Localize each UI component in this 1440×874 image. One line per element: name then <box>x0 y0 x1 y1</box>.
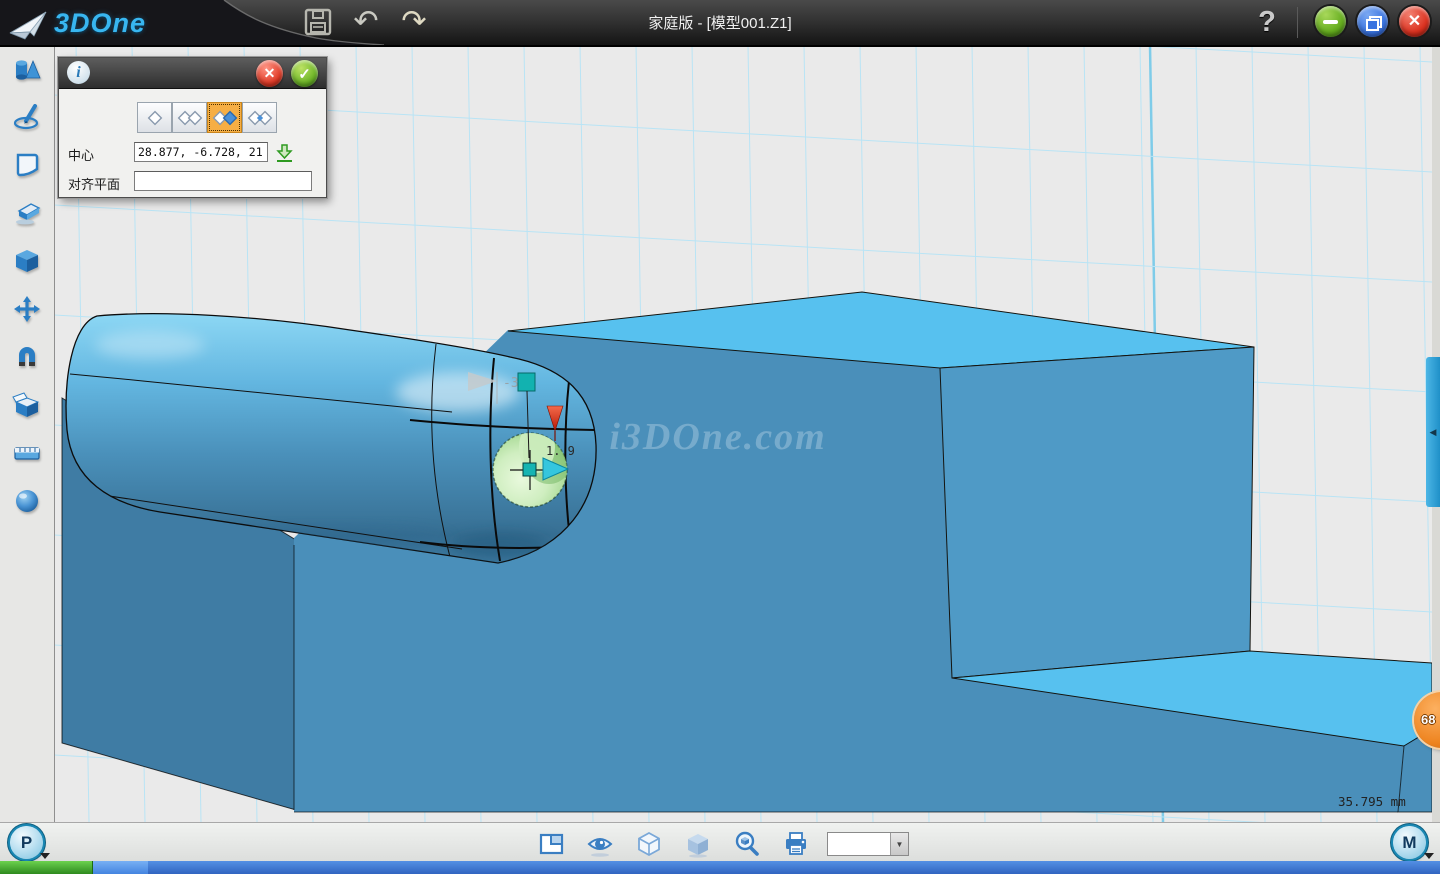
panel-collapse-tab[interactable]: ◀ <box>1426 357 1440 507</box>
taskbar-active-app[interactable] <box>93 861 148 874</box>
sidebar-item-snap[interactable] <box>0 333 54 381</box>
watermark: i3DOne.com <box>609 416 826 458</box>
sidebar-item-face[interactable] <box>0 141 54 189</box>
collapse-left-icon: ◀ <box>1430 427 1437 438</box>
model-right-face[interactable] <box>940 347 1254 678</box>
dim-label: -3 <box>503 376 519 391</box>
confirm-check-icon: ✓ <box>298 65 311 83</box>
dialog-confirm-button[interactable]: ✓ <box>291 60 318 87</box>
placement-mode-row <box>137 102 277 133</box>
3done-app-window: { "window": { "app_name": "3DOne", "titl… <box>0 0 1440 874</box>
sketch-pencil-icon <box>12 102 42 132</box>
help-button[interactable]: ? <box>1250 2 1284 42</box>
placement-mode-2[interactable] <box>172 102 207 133</box>
open-box-icon <box>12 390 42 420</box>
close-button[interactable]: ✕ <box>1399 6 1430 37</box>
model-mode-button[interactable]: M <box>1393 826 1426 859</box>
model-mode-expand-icon[interactable] <box>1424 853 1434 859</box>
print-button[interactable] <box>779 827 813 861</box>
eraser-icon <box>12 198 42 228</box>
app-name: 3DOne <box>54 8 146 39</box>
sidebar-item-combine[interactable] <box>0 381 54 429</box>
double-diamond-icon <box>177 108 203 128</box>
model-solid[interactable]: i3DOne.com <box>62 292 1432 812</box>
quick-toolbar: ↶ ↷ <box>300 5 432 39</box>
visibility-button[interactable] <box>583 827 617 861</box>
viewport-layout-icon <box>538 830 566 858</box>
pick-from-model-button[interactable] <box>273 143 296 165</box>
white-blue-diamond-icon <box>212 108 238 128</box>
app-logo: 3DOne <box>6 5 236 41</box>
align-plane-field-label: 对齐平面 <box>68 174 120 193</box>
sidebar-item-measure[interactable] <box>0 429 54 477</box>
cube-icon <box>12 246 42 276</box>
dot-diamond-icon <box>247 108 273 128</box>
center-field-label: 中心 <box>68 145 94 164</box>
viewport-layout-button[interactable] <box>535 827 569 861</box>
sidebar-item-sketch[interactable] <box>0 93 54 141</box>
wireframe-cube-icon <box>635 830 663 858</box>
view-scale-dropdown[interactable]: ▼ <box>827 832 909 856</box>
placement-dialog: i ✕ ✓ 中心 <box>58 57 327 198</box>
tool-sidebar <box>0 45 55 822</box>
cancel-x-icon: ✕ <box>264 65 276 82</box>
zoom-view-button[interactable] <box>730 827 764 861</box>
shaded-cube-icon <box>684 830 712 858</box>
part-mode-expand-icon[interactable] <box>40 853 50 859</box>
placement-mode-4[interactable] <box>242 102 277 133</box>
titlebar: 3DOne ↶ ↷ 家庭版 - [模型001.Z1] ? ✕ <box>0 0 1440 47</box>
magnet-icon <box>12 342 42 372</box>
primitives-icon <box>12 54 42 84</box>
align-plane-input[interactable] <box>134 171 312 191</box>
wireframe-view-button[interactable] <box>632 827 666 861</box>
model-mode-label: M <box>1402 833 1416 853</box>
printer-icon <box>782 830 810 858</box>
view-toolbar <box>0 822 1440 862</box>
redo-icon[interactable]: ↷ <box>396 5 432 39</box>
dim-label-2: 1. 9 <box>546 444 575 458</box>
placement-mode-3[interactable] <box>207 102 242 133</box>
center-handle[interactable] <box>523 463 536 476</box>
sidebar-item-material[interactable] <box>0 477 54 525</box>
center-coordinates-input[interactable] <box>134 142 268 162</box>
chevron-down-icon[interactable]: ▼ <box>890 833 908 855</box>
zoom-cube-icon <box>733 830 761 858</box>
taskbar-start-button[interactable] <box>0 861 93 874</box>
minus-icon <box>1323 20 1338 24</box>
minimize-button[interactable] <box>1315 6 1346 37</box>
rounded-square-icon <box>12 150 42 180</box>
dialog-header[interactable]: i ✕ ✓ <box>59 58 326 89</box>
dialog-cancel-button[interactable]: ✕ <box>256 60 283 87</box>
eye-icon <box>586 830 614 858</box>
single-diamond-icon <box>142 108 168 128</box>
taskbar-background <box>148 861 1440 874</box>
sidebar-item-feature[interactable] <box>0 237 54 285</box>
part-mode-button[interactable]: P <box>10 826 43 859</box>
sidebar-item-move[interactable] <box>0 285 54 333</box>
move-arrows-icon <box>12 294 42 324</box>
part-mode-label: P <box>21 833 32 853</box>
undo-icon[interactable]: ↶ <box>348 5 384 39</box>
sidebar-item-solids[interactable] <box>0 45 54 93</box>
restore-icon <box>1366 16 1380 28</box>
placement-mode-1[interactable] <box>137 102 172 133</box>
close-icon: ✕ <box>1408 14 1421 30</box>
badge-count: 68 <box>1421 712 1435 727</box>
sidebar-item-sweep[interactable] <box>0 189 54 237</box>
teal-flag-icon[interactable] <box>518 373 535 391</box>
maximize-button[interactable] <box>1357 6 1388 37</box>
paper-plane-icon <box>6 6 48 40</box>
ruler-icon <box>12 438 42 468</box>
measurement-readout: 35.795 mm <box>1338 794 1406 809</box>
sphere-icon <box>12 486 42 516</box>
info-icon: i <box>67 61 90 84</box>
shaded-view-button[interactable] <box>681 827 715 861</box>
titlebar-divider <box>1297 7 1298 38</box>
save-icon[interactable] <box>300 5 336 39</box>
green-down-arrow-icon <box>273 143 296 165</box>
os-taskbar <box>0 861 1440 874</box>
